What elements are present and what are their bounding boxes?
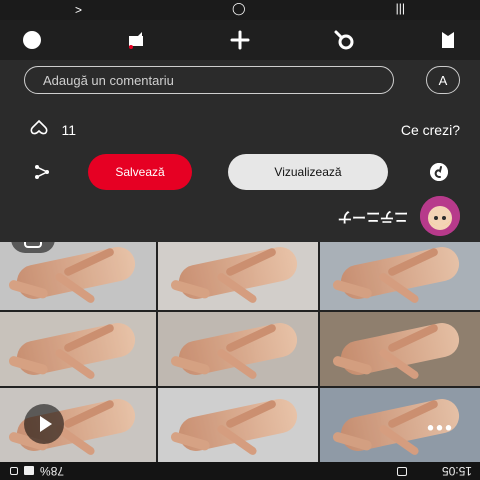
search-icon: [334, 30, 354, 50]
system-nav-bar: ||| ◯ <: [0, 0, 480, 20]
back-icon[interactable]: <: [75, 3, 82, 17]
save-button[interactable]: Salvează: [88, 154, 192, 190]
plus-icon: [230, 30, 250, 50]
photo-1[interactable]: [320, 388, 480, 462]
next-icon: [39, 416, 52, 432]
photo-7[interactable]: [320, 238, 480, 310]
tab-messages[interactable]: [124, 28, 148, 52]
comments-row: Ce crezi? 11: [0, 100, 480, 150]
view-button[interactable]: Vizualizează: [228, 154, 388, 190]
pin-screen: 15:05 78% ••• ニテニーナ Vizualizează Salveaz…: [0, 0, 480, 480]
status-time: 15:05: [441, 464, 472, 478]
pinterest-icon[interactable]: [430, 163, 448, 181]
author-row: ニテニーナ: [0, 192, 480, 242]
action-row: Vizualizează Salvează: [0, 152, 480, 192]
tab-create[interactable]: [228, 28, 252, 52]
photo-6[interactable]: [0, 312, 156, 386]
bottom-tab-bar: [0, 20, 480, 60]
wifi-icon: [10, 467, 18, 475]
share-icon[interactable]: [34, 164, 50, 180]
photo-8[interactable]: [158, 238, 318, 310]
tab-saved[interactable]: [436, 28, 460, 52]
comment-input[interactable]: Adaugă un comentariu: [24, 66, 394, 94]
comment-avatar: A: [426, 66, 460, 94]
tab-search[interactable]: [332, 28, 356, 52]
battery-percent: 78%: [40, 464, 65, 478]
chat-icon: [129, 32, 143, 49]
profile-icon: [23, 31, 41, 49]
notification-icon: [397, 467, 407, 476]
next-button[interactable]: [24, 404, 64, 444]
comments-prompt: Ce crezi?: [400, 122, 460, 138]
heart-icon[interactable]: [30, 119, 48, 137]
recent-apps-icon[interactable]: |||: [396, 3, 405, 17]
author-name[interactable]: ニテニーナ: [338, 207, 408, 227]
status-right: 78%: [10, 464, 64, 478]
author-avatar[interactable]: [420, 196, 460, 236]
tab-profile[interactable]: [20, 28, 44, 52]
battery-icon: [24, 466, 34, 476]
comment-row: A Adaugă un comentariu: [0, 60, 480, 100]
photo-5[interactable]: [158, 312, 318, 386]
like-count: 11: [61, 122, 76, 138]
home-icon[interactable]: ◯: [232, 3, 245, 17]
photo-4[interactable]: [320, 312, 480, 386]
image-grid[interactable]: •••: [0, 225, 480, 462]
bookmark-icon: [442, 32, 454, 48]
photo-2[interactable]: [158, 388, 318, 462]
status-bar: 15:05 78%: [0, 462, 480, 480]
avatar-image: [420, 196, 460, 236]
more-button[interactable]: •••: [425, 415, 452, 438]
